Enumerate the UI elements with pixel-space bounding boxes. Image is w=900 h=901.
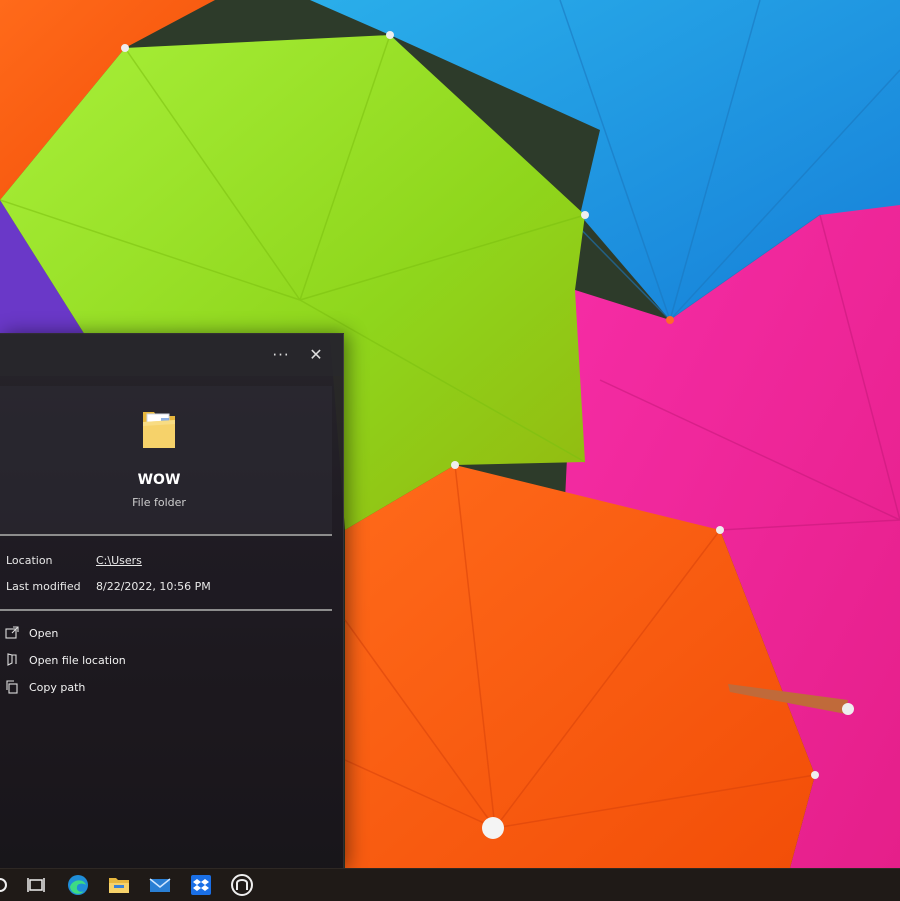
- close-button[interactable]: ✕: [303, 342, 329, 368]
- copy-icon: [6, 680, 18, 694]
- search-icon[interactable]: [0, 873, 12, 897]
- file-flyout-panel: ··· ✕ WOW File folder Location C:\Users …: [0, 333, 344, 869]
- last-modified-value: 8/22/2022, 10:56 PM: [96, 580, 211, 593]
- item-name: WOW: [137, 472, 181, 488]
- open-icon: [5, 626, 19, 639]
- app-icon[interactable]: [230, 873, 254, 897]
- last-modified-label: Last modified: [6, 580, 81, 593]
- flyout-titlebar: ··· ✕: [0, 334, 343, 376]
- more-options-button[interactable]: ···: [268, 342, 294, 368]
- edge-icon[interactable]: [66, 873, 90, 897]
- folder-icon: [143, 412, 175, 448]
- mail-icon[interactable]: [148, 873, 172, 897]
- task-view-icon[interactable]: [24, 873, 48, 897]
- dropbox-icon[interactable]: [189, 873, 213, 897]
- taskbar: [0, 868, 900, 901]
- open-action[interactable]: Open: [0, 623, 330, 647]
- copy-path-action[interactable]: Copy path: [0, 677, 330, 701]
- item-type: File folder: [132, 496, 186, 509]
- divider: [0, 609, 332, 611]
- open-file-location-action[interactable]: Open file location: [0, 650, 330, 674]
- copy-path-label: Copy path: [29, 681, 86, 694]
- open-label: Open: [29, 627, 59, 640]
- open-file-location-label: Open file location: [29, 654, 126, 667]
- location-link[interactable]: C:\Users: [96, 554, 142, 567]
- divider: [0, 534, 332, 536]
- location-label: Location: [6, 554, 53, 567]
- file-explorer-icon[interactable]: [107, 873, 131, 897]
- file-location-icon: [7, 653, 17, 666]
